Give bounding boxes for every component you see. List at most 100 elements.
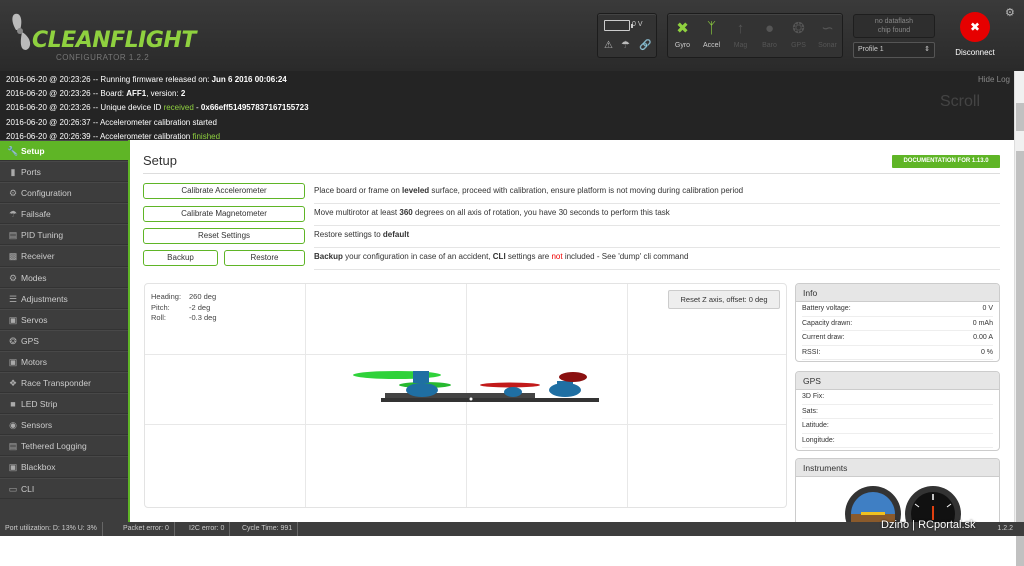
transponder-icon: ❖ (8, 378, 18, 389)
info-row: Capacity drawn: 0 mAh (802, 317, 993, 331)
sidebar-item-gps[interactable]: ❂ GPS (0, 329, 128, 351)
sidebar-item-configuration[interactable]: ⚙ Configuration (0, 182, 128, 204)
wrench-icon: 🔧 (7, 146, 19, 156)
gear-icon: ⚙ (8, 188, 18, 199)
restore-button[interactable]: Restore (224, 250, 305, 266)
sidebar-item-cli[interactable]: ▭ CLI (0, 477, 128, 499)
log-line: 2016-06-20 @ 20:23:26 -- Unique device I… (6, 103, 309, 113)
app-subtitle: CONFIGURATOR 1.2.2 (56, 53, 150, 62)
sidebar-item-race-transponder[interactable]: ❖ Race Transponder (0, 372, 128, 394)
instruments-title: Instruments (796, 459, 999, 477)
battery-icon (604, 20, 633, 31)
reset-settings-button[interactable]: Reset Settings (143, 228, 305, 244)
sidebar-item-sensors[interactable]: ◉ Sensors (0, 414, 128, 436)
sidebar: 🔧 Setup ▮ Ports ⚙ Configuration ☂ Failsafe ▤… (0, 140, 130, 522)
scroll-toggle[interactable]: Scroll (940, 93, 980, 109)
led-icon: ■ (10, 399, 16, 410)
page-scrollbar[interactable] (1014, 71, 1024, 566)
servos-icon: ▣ (8, 314, 18, 325)
cli-icon: ▭ (8, 483, 18, 494)
gps-icon: ❂ (792, 20, 805, 37)
sidebar-item-receiver[interactable]: ▩ Receiver (0, 245, 128, 267)
logging-icon: ▤ (8, 441, 18, 452)
content-scroll-thumb[interactable] (1016, 151, 1024, 566)
profile-select[interactable]: Profile 1 ⇕ (853, 42, 935, 58)
sensor-sonar: ∽ Sonar (813, 14, 842, 59)
log-line: 2016-06-20 @ 20:23:26 -- Running firmwar… (6, 75, 287, 84)
setup-content: Setup DOCUMENTATION FOR 1.13.0 Calibrate… (132, 140, 1014, 523)
modes-icon: ⚙ (8, 272, 18, 283)
failsafe-icon: ☂ (621, 40, 630, 51)
sensor-status-box: ✖ Gyro ᛉ Accel ↑ Mag ● Baro ❂ GPS ∽ Sonar (667, 13, 843, 58)
usb-disconnect-icon: ✖ (960, 12, 990, 42)
sidebar-item-blackbox[interactable]: ▣ Blackbox (0, 456, 128, 478)
i2c-error: I2C error: 0 (184, 522, 231, 536)
sidebar-item-led-strip[interactable]: ■ LED Strip (0, 393, 128, 415)
cycle-time: Cycle Time: 991 (237, 522, 299, 536)
header: CLEANFLIGHT CONFIGURATOR 1.2.2 0 V ⚠ ☂ 🔗… (0, 0, 1024, 71)
sidebar-item-pid-tuning[interactable]: ▤ PID Tuning (0, 224, 128, 246)
sidebar-item-tethered-logging[interactable]: ▤ Tethered Logging (0, 435, 128, 457)
calibrate-magnetometer-button[interactable]: Calibrate Magnetometer (143, 206, 305, 222)
gps-row: Sats: (802, 405, 993, 419)
calibrate-magnetometer-description: Move multirotor at least 360 degrees on … (314, 204, 1000, 226)
ports-icon: ▮ (10, 167, 16, 178)
watermark: Dzino | RCportal.sk (881, 519, 976, 531)
log-line: 2016-06-20 @ 20:26:37 -- Accelerometer c… (6, 117, 217, 127)
documentation-button[interactable]: DOCUMENTATION FOR 1.13.0 (892, 155, 1000, 168)
title-divider (143, 173, 1000, 174)
hide-log-link[interactable]: Hide Log (978, 73, 1010, 87)
battery-voltage: 0 V (632, 21, 643, 28)
log-panel: Hide Log Scroll 2016-06-20 @ 20:23:26 --… (0, 71, 1014, 141)
sidebar-item-motors[interactable]: ▣ Motors (0, 350, 128, 373)
gps-icon: ❂ (9, 335, 17, 346)
sidebar-item-failsafe[interactable]: ☂ Failsafe (0, 203, 128, 225)
log-scroll-thumb[interactable] (1016, 103, 1024, 131)
port-utilization: Port utilization: D: 13% U: 3% (0, 522, 103, 536)
roll-value: -0.3 deg (189, 313, 217, 322)
motors-icon: ▣ (8, 356, 18, 367)
calibrate-accelerometer-description: Place board or frame on leveled surface,… (314, 182, 1000, 204)
sidebar-item-modes[interactable]: ⚙ Modes (0, 266, 128, 288)
accel-icon: ᛉ (706, 20, 716, 37)
heading-value: 260 deg (189, 292, 217, 301)
sidebar-item-adjustments[interactable]: ☰ Adjustments (0, 287, 128, 309)
sidebar-item-ports[interactable]: ▮ Ports (0, 161, 128, 183)
gps-panel: GPS 3D Fix: Sats: Latitude: Longitude: (795, 371, 1000, 451)
quadcopter-model (353, 371, 599, 402)
receiver-icon: ▩ (8, 251, 18, 262)
log-line: 2016-06-20 @ 20:23:26 -- Board: AFF1, ve… (6, 89, 186, 99)
info-row: Current draw: 0.00 A (802, 331, 993, 346)
status-bar: Port utilization: D: 13% U: 3% Packet er… (0, 522, 1024, 536)
attitude-indicator-icon (845, 486, 901, 523)
packet-error: Packet error: 0 (118, 522, 175, 536)
gear-icon[interactable]: ⚙ (1005, 6, 1015, 19)
battery-status-box: 0 V ⚠ ☂ 🔗 (597, 13, 657, 58)
model-3d-view: Heading: 260 deg Pitch: -2 deg Roll: -0.3 d… (144, 283, 787, 508)
info-row: RSSI: 0 % (802, 346, 993, 360)
chevron-updown-icon: ⇕ (924, 46, 930, 53)
adjustments-icon: ☰ (8, 293, 18, 304)
backup-button[interactable]: Backup (143, 250, 218, 266)
gps-title: GPS (796, 372, 999, 390)
app-logo: CLEANFLIGHT CONFIGURATOR 1.2.2 (8, 8, 196, 63)
app-version: 1.2.2 (997, 525, 1013, 532)
reset-z-axis-button[interactable]: Reset Z axis, offset: 0 deg (668, 290, 780, 309)
disconnect-button[interactable]: ✖ Disconnect (950, 10, 1000, 62)
info-row: Battery voltage: 0 V (802, 302, 993, 317)
sidebar-item-servos[interactable]: ▣ Servos (0, 308, 128, 330)
instruments-panel: Instruments (795, 458, 1000, 523)
sonar-icon: ∽ (821, 20, 834, 37)
calibrate-accelerometer-button[interactable]: Calibrate Accelerometer (143, 183, 305, 199)
app-name: CLEANFLIGHT (32, 28, 196, 53)
reset-settings-description: Restore settings to default (314, 226, 1000, 248)
baro-icon: ● (764, 20, 775, 37)
attitude-readout: Heading: 260 deg Pitch: -2 deg Roll: -0.3 d… (151, 292, 217, 322)
info-panel: Info Battery voltage: 0 V Capacity drawn:… (795, 283, 1000, 362)
sidebar-item-setup[interactable]: 🔧 Setup (0, 140, 128, 162)
sensors-icon: ◉ (9, 420, 17, 431)
gps-row: Longitude: (802, 434, 993, 448)
sensor-baro: ● Baro (755, 14, 784, 59)
warning-icon: ⚠ (604, 40, 613, 51)
heading-indicator-icon (905, 486, 961, 523)
